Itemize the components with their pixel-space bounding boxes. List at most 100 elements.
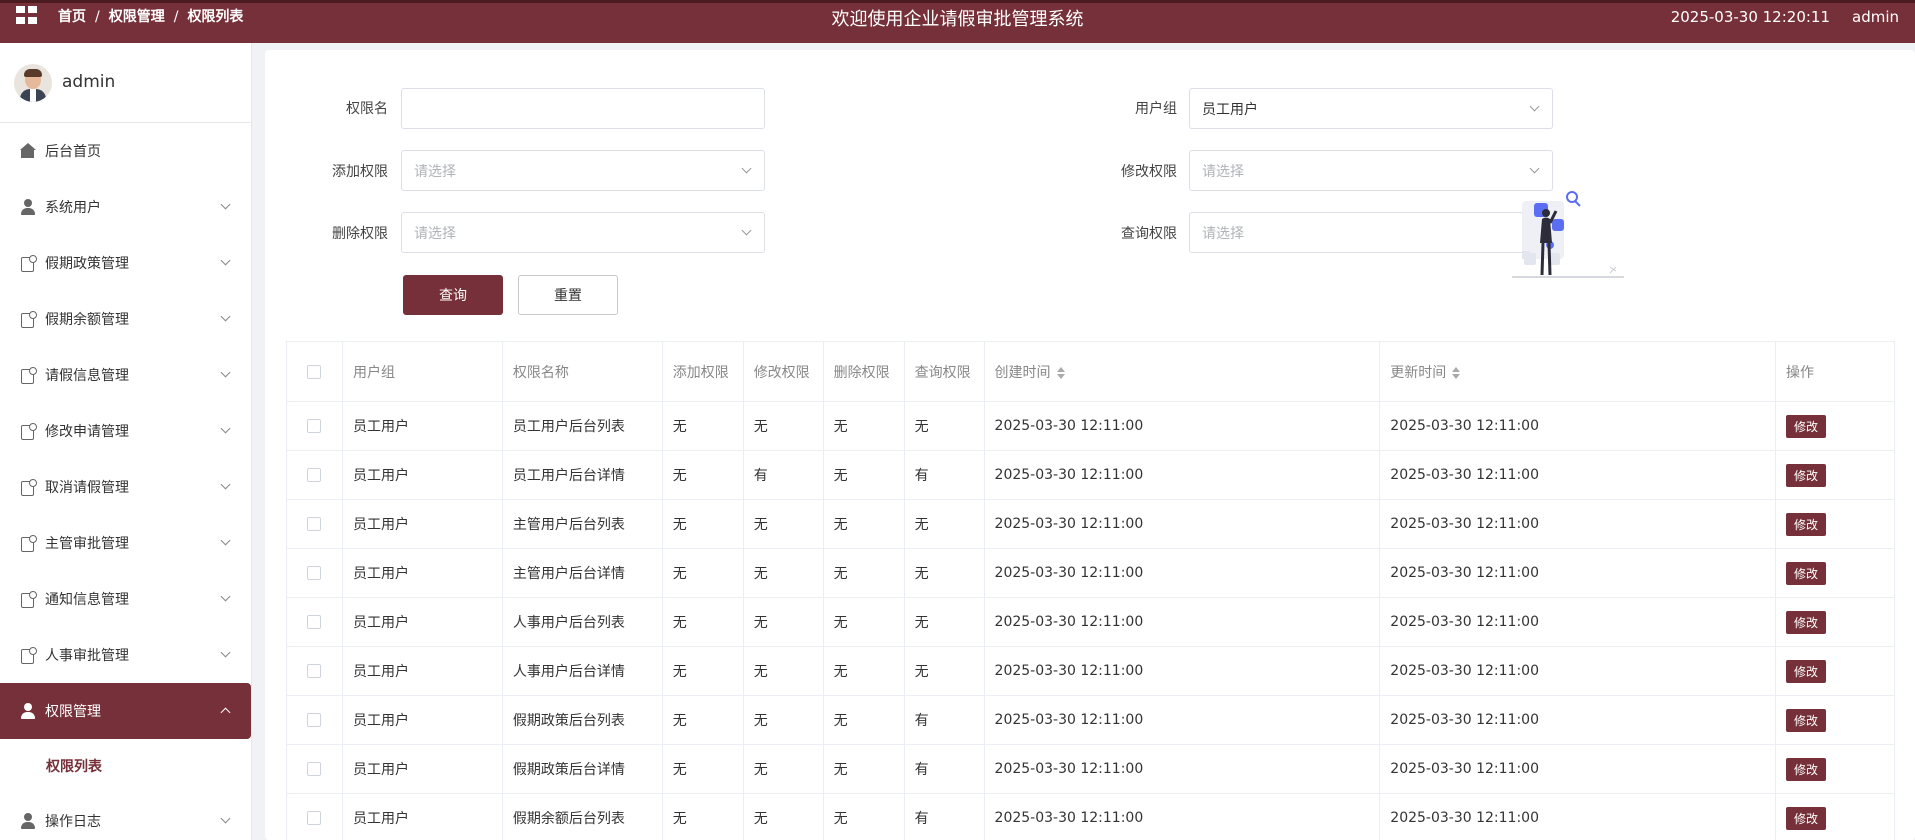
perm-name-label: 权限名 bbox=[346, 101, 388, 117]
sort-icon[interactable] bbox=[1452, 366, 1461, 379]
sidebar-item-notifications[interactable]: 通知信息管理 bbox=[0, 571, 251, 627]
cell-update-time: 2025-03-30 12:11:00 bbox=[1379, 401, 1777, 451]
row-checkbox-cell bbox=[286, 744, 343, 794]
cell-actions: 修改 bbox=[1775, 548, 1895, 598]
cell-add: 无 bbox=[662, 450, 744, 500]
select-all-checkbox[interactable] bbox=[307, 364, 322, 379]
cell-query: 有 bbox=[904, 450, 985, 500]
avatar bbox=[14, 64, 52, 102]
col-user-group: 用户组 bbox=[342, 341, 503, 402]
sidebar-item-dashboard[interactable]: 后台首页 bbox=[0, 123, 251, 179]
cell-permission-name: 假期政策后台列表 bbox=[502, 695, 663, 745]
cell-delete: 无 bbox=[823, 646, 905, 696]
document-icon bbox=[20, 367, 37, 384]
row-checkbox[interactable] bbox=[307, 713, 322, 727]
reset-button[interactable]: 重置 bbox=[518, 275, 618, 315]
row-checkbox[interactable] bbox=[307, 566, 322, 580]
sidebar-item-leave-balance[interactable]: 假期余额管理 bbox=[0, 291, 251, 347]
sidebar-item-leave-info[interactable]: 请假信息管理 bbox=[0, 347, 251, 403]
cell-actions: 修改 bbox=[1775, 401, 1895, 451]
table-row: 员工用户 人事用户后台列表 无 无 无 无 2025-03-30 12:11:0… bbox=[286, 597, 1895, 647]
query-permission-select[interactable]: 请选择 bbox=[1189, 212, 1553, 253]
cell-modify: 无 bbox=[743, 499, 824, 549]
chevron-up-icon bbox=[220, 707, 231, 718]
sidebar-item-permissions[interactable]: 权限管理 bbox=[0, 683, 251, 739]
cell-user-group: 员工用户 bbox=[342, 744, 503, 794]
sidebar-item-label: 系统用户 bbox=[45, 200, 101, 216]
edit-button[interactable]: 修改 bbox=[1786, 708, 1827, 732]
cell-query: 无 bbox=[904, 597, 985, 647]
breadcrumb-current: 权限列表 bbox=[187, 9, 244, 25]
breadcrumb-permission[interactable]: 权限管理 bbox=[109, 6, 165, 26]
breadcrumb-separator: / bbox=[95, 9, 100, 25]
header-user-menu[interactable]: admin bbox=[1852, 8, 1899, 26]
cell-query: 无 bbox=[904, 646, 985, 696]
cell-user-group: 员工用户 bbox=[342, 499, 503, 549]
cell-delete: 无 bbox=[823, 499, 905, 549]
cell-user-group: 员工用户 bbox=[342, 695, 503, 745]
row-checkbox[interactable] bbox=[307, 419, 322, 433]
top-header: 首页 / 权限管理 / 权限列表 欢迎使用企业请假审批管理系统 2025-03-30 1… bbox=[0, 0, 1915, 43]
query-permission-placeholder: 请选择 bbox=[1202, 225, 1244, 242]
edit-button[interactable]: 修改 bbox=[1786, 806, 1827, 830]
menu-grid-icon[interactable] bbox=[16, 6, 38, 24]
modify-permission-select[interactable]: 请选择 bbox=[1189, 150, 1553, 191]
sidebar-item-system-users[interactable]: 系统用户 bbox=[0, 179, 251, 235]
search-button[interactable]: 查询 bbox=[403, 275, 503, 315]
col-update-time[interactable]: 更新时间 bbox=[1379, 341, 1777, 402]
edit-button[interactable]: 修改 bbox=[1786, 512, 1827, 536]
add-permission-label: 添加权限 bbox=[332, 164, 388, 180]
chevron-down-icon bbox=[741, 225, 752, 236]
cell-update-time: 2025-03-30 12:11:00 bbox=[1379, 450, 1777, 500]
breadcrumb-home[interactable]: 首页 bbox=[58, 6, 86, 26]
cell-permission-name: 假期余额后台列表 bbox=[502, 793, 663, 840]
edit-button[interactable]: 修改 bbox=[1786, 610, 1827, 634]
perm-name-input[interactable] bbox=[401, 88, 765, 129]
edit-button[interactable]: 修改 bbox=[1786, 463, 1827, 487]
cell-actions: 修改 bbox=[1775, 450, 1895, 500]
col-create-time[interactable]: 创建时间 bbox=[984, 341, 1381, 402]
sidebar-item-hr-approval[interactable]: 人事审批管理 bbox=[0, 627, 251, 683]
edit-button[interactable]: 修改 bbox=[1786, 659, 1827, 683]
sort-icon[interactable] bbox=[1056, 366, 1065, 379]
cell-query: 有 bbox=[904, 793, 985, 840]
cell-user-group: 员工用户 bbox=[342, 793, 503, 840]
edit-button[interactable]: 修改 bbox=[1786, 414, 1827, 438]
edit-button[interactable]: 修改 bbox=[1786, 561, 1827, 585]
sidebar-item-label: 操作日志 bbox=[45, 814, 101, 830]
user-group-select[interactable]: 员工用户 bbox=[1189, 88, 1553, 129]
sidebar-item-label: 假期余额管理 bbox=[45, 312, 129, 328]
table-row: 员工用户 假期政策后台列表 无 无 无 有 2025-03-30 12:11:0… bbox=[286, 695, 1895, 745]
row-checkbox[interactable] bbox=[307, 664, 322, 678]
cell-permission-name: 人事用户后台详情 bbox=[502, 646, 663, 696]
sidebar-item-cancel-leave[interactable]: 取消请假管理 bbox=[0, 459, 251, 515]
sidebar-item-operation-log[interactable]: 操作日志 bbox=[0, 793, 251, 840]
delete-permission-select[interactable]: 请选择 bbox=[401, 212, 765, 253]
table-header-row: 用户组 权限名称 添加权限 修改权限 删除权限 查询权限 创建时间 更新时间 操… bbox=[286, 341, 1895, 402]
app-title: 欢迎使用企业请假审批管理系统 bbox=[831, 9, 1084, 30]
cell-add: 无 bbox=[662, 793, 744, 840]
cell-permission-name: 假期政策后台详情 bbox=[502, 744, 663, 794]
sidebar-item-modify-request[interactable]: 修改申请管理 bbox=[0, 403, 251, 459]
sidebar-subitem-permission-list[interactable]: 权限列表 bbox=[0, 739, 251, 793]
chevron-down-icon bbox=[1529, 163, 1540, 174]
search-illustration bbox=[1512, 191, 1624, 278]
cell-modify: 无 bbox=[743, 793, 824, 840]
row-checkbox[interactable] bbox=[307, 762, 322, 776]
row-checkbox[interactable] bbox=[307, 468, 322, 482]
row-checkbox-cell bbox=[286, 646, 343, 696]
cell-add: 无 bbox=[662, 597, 744, 647]
cell-delete: 无 bbox=[823, 793, 905, 840]
cell-delete: 无 bbox=[823, 548, 905, 598]
home-icon bbox=[20, 143, 36, 159]
cell-delete: 无 bbox=[823, 597, 905, 647]
cell-update-time: 2025-03-30 12:11:00 bbox=[1379, 793, 1777, 840]
row-checkbox[interactable] bbox=[307, 517, 322, 531]
document-icon bbox=[20, 647, 37, 664]
row-checkbox[interactable] bbox=[307, 615, 322, 629]
add-permission-select[interactable]: 请选择 bbox=[401, 150, 765, 191]
sidebar-item-supervisor-approval[interactable]: 主管审批管理 bbox=[0, 515, 251, 571]
edit-button[interactable]: 修改 bbox=[1786, 757, 1827, 781]
sidebar-item-leave-policy[interactable]: 假期政策管理 bbox=[0, 235, 251, 291]
row-checkbox[interactable] bbox=[307, 811, 322, 825]
